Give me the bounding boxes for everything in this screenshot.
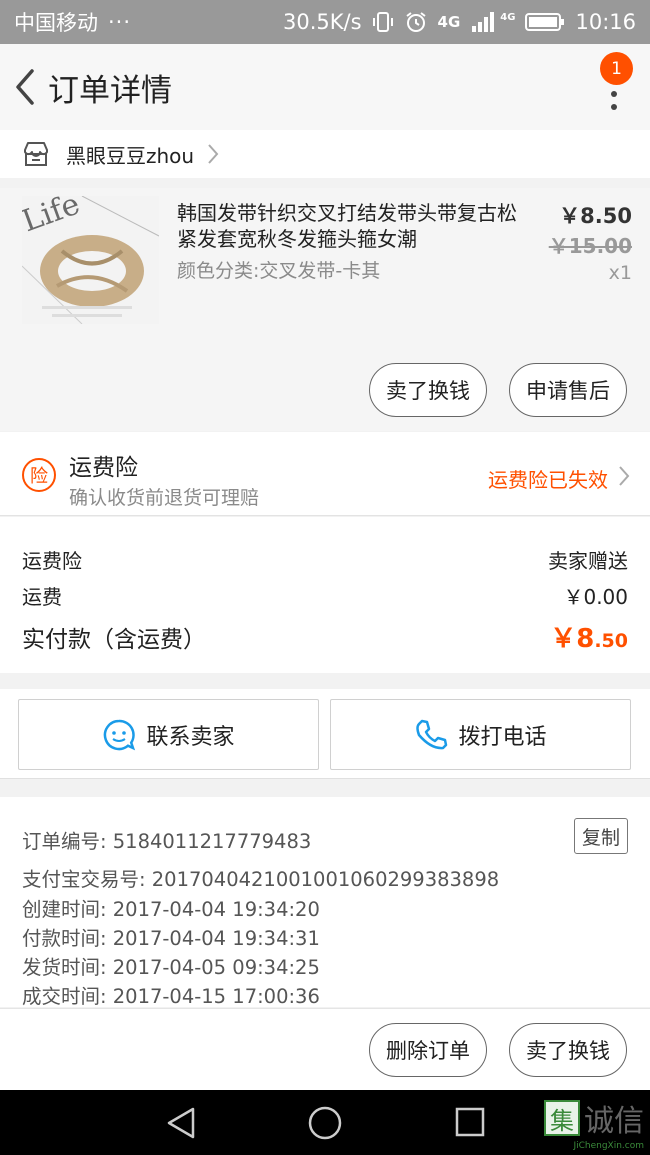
shop-name: 黑眼豆豆zhou <box>66 143 195 168</box>
notification-dots: ··· <box>108 10 132 34</box>
product-price: ￥8.50 <box>559 204 632 228</box>
summary-value: 卖家赠送 <box>548 549 628 573</box>
paid-time: 付款时间: 2017-04-04 19:34:31 <box>22 927 320 950</box>
shop-row[interactable]: 黑眼豆豆zhou <box>0 130 650 178</box>
product-thumbnail[interactable]: Life <box>22 196 159 324</box>
back-triangle-icon[interactable] <box>165 1106 197 1140</box>
total-integer: ￥8 <box>550 624 595 654</box>
summary-row: 运费险 卖家赠送 <box>22 545 628 574</box>
system-navigation-bar: 集 诚信 JiChengXin.com <box>0 1090 650 1155</box>
product-quantity: x1 <box>608 262 632 284</box>
network-speed: 30.5K/s <box>283 10 362 34</box>
more-dot-icon <box>611 90 617 97</box>
order-detail-screen: 中国移动 ··· 30.5K/s 4G 4G 10:16 订单详情 1 黑眼豆豆… <box>0 0 650 1155</box>
summary-label: 运费险 <box>22 549 82 573</box>
after-sale-button[interactable]: 申请售后 <box>509 363 627 417</box>
signal-icon <box>472 12 495 32</box>
total-amount: ￥8.50 <box>550 618 628 655</box>
chevron-left-icon <box>16 69 34 105</box>
total-decimal: .50 <box>594 630 628 652</box>
recents-square-icon[interactable] <box>454 1106 486 1138</box>
carrier-name: 中国移动 <box>14 11 98 35</box>
watermark: 集 诚信 JiChengXin.com <box>544 1096 644 1151</box>
product-item[interactable]: Life 韩国发带针织交叉打结发带头带复古松紧发套宽秋冬发箍头箍女潮 颜色分类:… <box>0 188 650 431</box>
shop-icon <box>24 142 48 166</box>
status-bar: 中国移动 ··· 30.5K/s 4G 4G 10:16 <box>0 0 650 44</box>
alarm-icon <box>405 12 426 32</box>
shipped-time: 发货时间: 2017-04-05 09:34:25 <box>22 956 320 979</box>
page-title: 订单详情 <box>48 72 172 109</box>
order-number: 订单编号: 5184011217779483 <box>22 830 312 853</box>
created-time: 创建时间: 2017-04-04 19:34:20 <box>22 898 320 921</box>
summary-label: 运费 <box>22 585 62 609</box>
back-button[interactable] <box>4 44 46 130</box>
battery-icon <box>525 13 565 31</box>
call-phone-button[interactable]: 拨打电话 <box>330 699 631 770</box>
call-phone-label: 拨打电话 <box>458 724 547 750</box>
sell-for-cash-button[interactable]: 卖了换钱 <box>369 363 487 417</box>
contact-seller-label: 联系卖家 <box>146 724 235 750</box>
sell-for-cash-button-bottom[interactable]: 卖了换钱 <box>509 1023 627 1077</box>
bottom-action-bar: 删除订单 卖了换钱 <box>0 1008 650 1090</box>
navigation-bar: 订单详情 1 <box>0 44 650 130</box>
product-title[interactable]: 韩国发带针织交叉打结发带头带复古松紧发套宽秋冬发箍头箍女潮 <box>177 200 517 252</box>
status-bar-right: 30.5K/s 4G 4G 10:16 <box>283 10 636 34</box>
more-dot-icon <box>611 104 617 111</box>
watermark-logo: 集 <box>544 1100 580 1136</box>
chevron-right-icon <box>208 144 219 164</box>
insurance-title: 运费险 <box>69 455 138 481</box>
total-label: 实付款（含运费） <box>22 627 206 653</box>
notification-badge: 1 <box>600 52 633 85</box>
watermark-subtext: JiChengXin.com <box>573 1141 644 1151</box>
vibrate-icon <box>372 12 393 32</box>
completed-time: 成交时间: 2017-04-15 17:00:36 <box>22 985 320 1008</box>
insurance-icon: 险 <box>22 458 56 492</box>
home-circle-icon[interactable] <box>308 1106 342 1140</box>
insurance-subtitle: 确认收货前退货可理赔 <box>69 487 260 509</box>
watermark-text: 诚信 <box>584 1104 644 1139</box>
order-info: 订单编号: 5184011217779483 复制 支付宝交易号: 201704… <box>0 797 650 1008</box>
contact-seller-button[interactable]: 联系卖家 <box>18 699 319 770</box>
copy-button[interactable]: 复制 <box>574 818 628 854</box>
summary-value: ￥0.00 <box>563 585 628 609</box>
phone-icon <box>416 719 448 749</box>
clock: 10:16 <box>575 10 636 34</box>
delete-order-button[interactable]: 删除订单 <box>369 1023 487 1077</box>
original-price: ￥15.00 <box>548 234 632 258</box>
payment-summary: 运费险 卖家赠送 运费 ￥0.00 实付款（含运费） ￥8.50 <box>0 517 650 673</box>
insurance-status: 运费险已失效 <box>488 468 608 492</box>
network-type-2: 4G <box>500 11 516 23</box>
headband-image: Life <box>22 196 159 324</box>
product-spec: 颜色分类:交叉发带-卡其 <box>177 260 381 282</box>
alipay-trade-number: 支付宝交易号: 2017040421001001060299383898 <box>22 868 500 891</box>
chat-icon <box>104 719 136 750</box>
total-row: 实付款（含运费） ￥8.50 <box>22 618 628 655</box>
chevron-right-icon <box>619 466 630 486</box>
summary-row: 运费 ￥0.00 <box>22 581 628 610</box>
contact-bar: 联系卖家 拨打电话 <box>0 689 650 779</box>
shipping-insurance-row[interactable]: 险 运费险 确认收货前退货可理赔 运费险已失效 <box>0 432 650 516</box>
network-type: 4G <box>437 13 461 31</box>
